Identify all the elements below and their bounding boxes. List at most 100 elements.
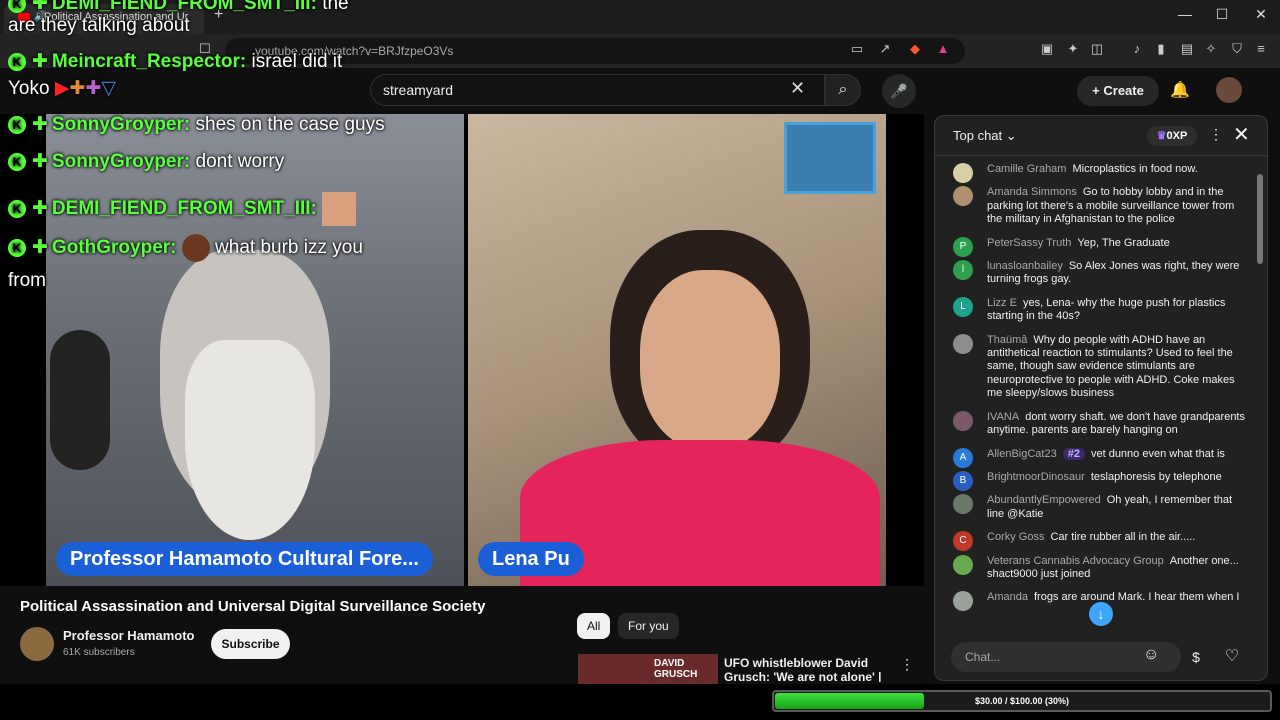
chat-author-avatar[interactable]: A [953,447,973,468]
puzzle-icon[interactable]: ✦ [1064,41,1082,57]
chat-author-name[interactable]: Amanda [987,591,1028,603]
more-options-icon[interactable]: ⋮ [900,656,914,673]
overlay-chat-text: from [8,270,46,291]
create-button[interactable]: + Create [1077,76,1159,106]
overlay-chat-text: what burb izz you [215,237,363,259]
super-chat-icon[interactable]: $ [1183,644,1209,670]
chat-message[interactable]: l lunasloanbailey So Alex Jones was right,… [935,257,1257,290]
chat-scrollbar[interactable] [1257,174,1263,264]
chat-message[interactable]: AbundantlyEmpowered Oh yeah, I remember t… [935,491,1257,524]
overlay-chat-text: shes on the case guys [195,114,385,135]
chat-author-name[interactable]: Lizz E [987,297,1017,309]
top-chat-dropdown[interactable]: Top chat ⌄ [953,128,1017,144]
chat-message[interactable]: B BrightmoorDinosaur teslaphoresis by tele… [935,468,1257,491]
overlay-chat-user: SonnyGroyper: [51,151,191,172]
chip-for-you[interactable]: For you [618,613,679,639]
share-icon[interactable]: ↗ [876,41,894,57]
chat-author-name[interactable]: Thaümâ [987,334,1027,346]
account-avatar[interactable] [1216,77,1242,103]
chat-badge-icon: K [8,52,26,71]
menu-icon[interactable]: ≡ [1252,41,1270,56]
chat-message[interactable]: Amanda Simmons Go to hobby lobby and in t… [935,183,1257,229]
plus-icon: ✚ [32,51,48,72]
chat-menu-icon[interactable]: ⋮ [1209,126,1223,143]
chat-author-avatar[interactable]: P [953,236,973,257]
channel-avatar[interactable] [20,627,54,661]
chat-author-avatar[interactable]: L [953,296,973,317]
chat-author-name[interactable]: Camille Graham [987,163,1066,175]
chip-all[interactable]: All [577,613,611,639]
music-icon[interactable]: ♪ [1128,41,1146,56]
chat-message[interactable]: P PeterSassy Truth Yep, The Graduate [935,234,1257,257]
face-emote-icon [322,192,357,226]
chat-message[interactable]: A AllenBigCat23 #2 vet dunno even what that… [935,445,1257,468]
overlay-chat-line: are they talking about [8,15,190,37]
recommendation-title[interactable]: UFO whistleblower David Grusch: 'We are … [724,656,884,682]
chat-message-text: dont worry shaft. we don't have grandpar… [987,410,1245,437]
close-window-icon[interactable]: ✕ [1246,6,1276,23]
chat-author-avatar[interactable] [953,410,973,431]
chat-author-name[interactable]: IVANA [987,411,1019,423]
thumbnail-text: DAVID GRUSCH [654,658,698,680]
maximize-icon[interactable]: ☐ [1207,6,1237,23]
ai-icon[interactable]: ✧ [1202,41,1220,57]
emote-icon: ✚ [85,78,102,99]
chat-author-name[interactable]: BrightmoorDinosaur [987,471,1085,483]
donation-goal-text: $30.00 / $100.00 (30%) [974,696,1070,706]
chat-author-name[interactable]: Veterans Cannabis Advocacy Group [987,555,1164,567]
overlay-chat-line: K ✚ DEMI_FIEND_FROM_SMT_III: the [8,0,349,15]
search-value: streamyard [383,82,454,98]
notifications-bell-icon[interactable]: 🔔 [1170,80,1190,100]
chat-author-name[interactable]: AllenBigCat23 [987,448,1057,460]
chat-message-text: Yep, The Graduate [1077,236,1170,249]
overlay-chat-text: are they talking about [8,15,190,36]
chat-author-avatar[interactable]: l [953,260,973,281]
chat-author-avatar[interactable]: C [953,531,973,552]
chat-author-name[interactable]: Corky Goss [987,531,1044,543]
screenshot-icon[interactable]: ◫ [1088,41,1106,57]
chat-author-avatar[interactable] [953,591,973,612]
chat-message[interactable]: IVANA dont worry shaft. we don't have gra… [935,408,1257,441]
chat-message[interactable]: Thaümâ Why do people with ADHD have an an… [935,331,1257,404]
chat-message[interactable]: Veterans Cannabis Advocacy Group Another … [935,552,1257,585]
sidebar-icon[interactable]: ▮ [1152,41,1170,57]
chat-author-name[interactable]: Amanda Simmons [987,186,1077,198]
microphone-icon[interactable]: 🎤 [882,74,916,108]
overlay-chat-text: the [322,0,349,14]
vpn-icon[interactable]: ⛉ [1228,41,1246,57]
recommendation-thumbnail[interactable]: DAVID GRUSCH [578,654,718,684]
xp-value: 0XP [1166,130,1188,142]
chat-badge-icon: K [8,239,26,257]
chat-message[interactable]: Camille Graham Microplastics in food now. [935,160,1257,183]
chat-author-name[interactable]: PeterSassy Truth [987,237,1071,249]
close-chat-icon[interactable]: ✕ [1233,122,1250,147]
chat-author-avatar[interactable] [953,333,973,354]
subscribe-button[interactable]: Subscribe [211,629,290,659]
emote-icon: ✚ [69,78,86,99]
heart-icon[interactable]: ♡ [1219,644,1245,670]
clear-search-icon[interactable]: ✕ [790,78,805,99]
chat-author-avatar[interactable] [953,186,973,207]
chat-author-avatar[interactable] [953,554,973,575]
wallet-icon[interactable]: ▤ [1178,41,1196,57]
chat-message[interactable]: C Corky Goss Car tire rubber all in the ai… [935,528,1257,552]
scroll-down-icon[interactable]: ↓ [1089,602,1113,626]
channel-name[interactable]: Professor Hamamoto [63,628,194,643]
chat-message-text: yes, Lena- why the huge push for plastic… [987,296,1226,323]
emoji-icon[interactable]: ☺ [1143,646,1159,664]
brave-shield-icon[interactable]: ◆ [906,41,924,57]
brave-rewards-icon[interactable]: ▲ [934,41,952,56]
cast-icon[interactable]: ▭ [848,41,866,57]
chat-author-name[interactable]: lunasloanbailey [987,260,1063,272]
minimize-icon[interactable]: — [1170,6,1200,22]
chat-author-avatar[interactable] [953,163,973,183]
chat-author-avatar[interactable] [953,494,973,515]
search-input[interactable]: streamyard [370,74,825,106]
search-icon[interactable]: ⌕ [825,74,861,106]
chat-message[interactable]: L Lizz Eyes, Lena- why the huge push for … [935,294,1257,327]
xp-badge[interactable]: ♛0XP [1147,126,1197,146]
chat-badge-icon: K [8,115,26,134]
chat-author-name[interactable]: AbundantlyEmpowered [987,494,1101,506]
extension-icon[interactable]: ▣ [1038,41,1056,57]
chat-author-avatar[interactable]: B [953,470,973,491]
